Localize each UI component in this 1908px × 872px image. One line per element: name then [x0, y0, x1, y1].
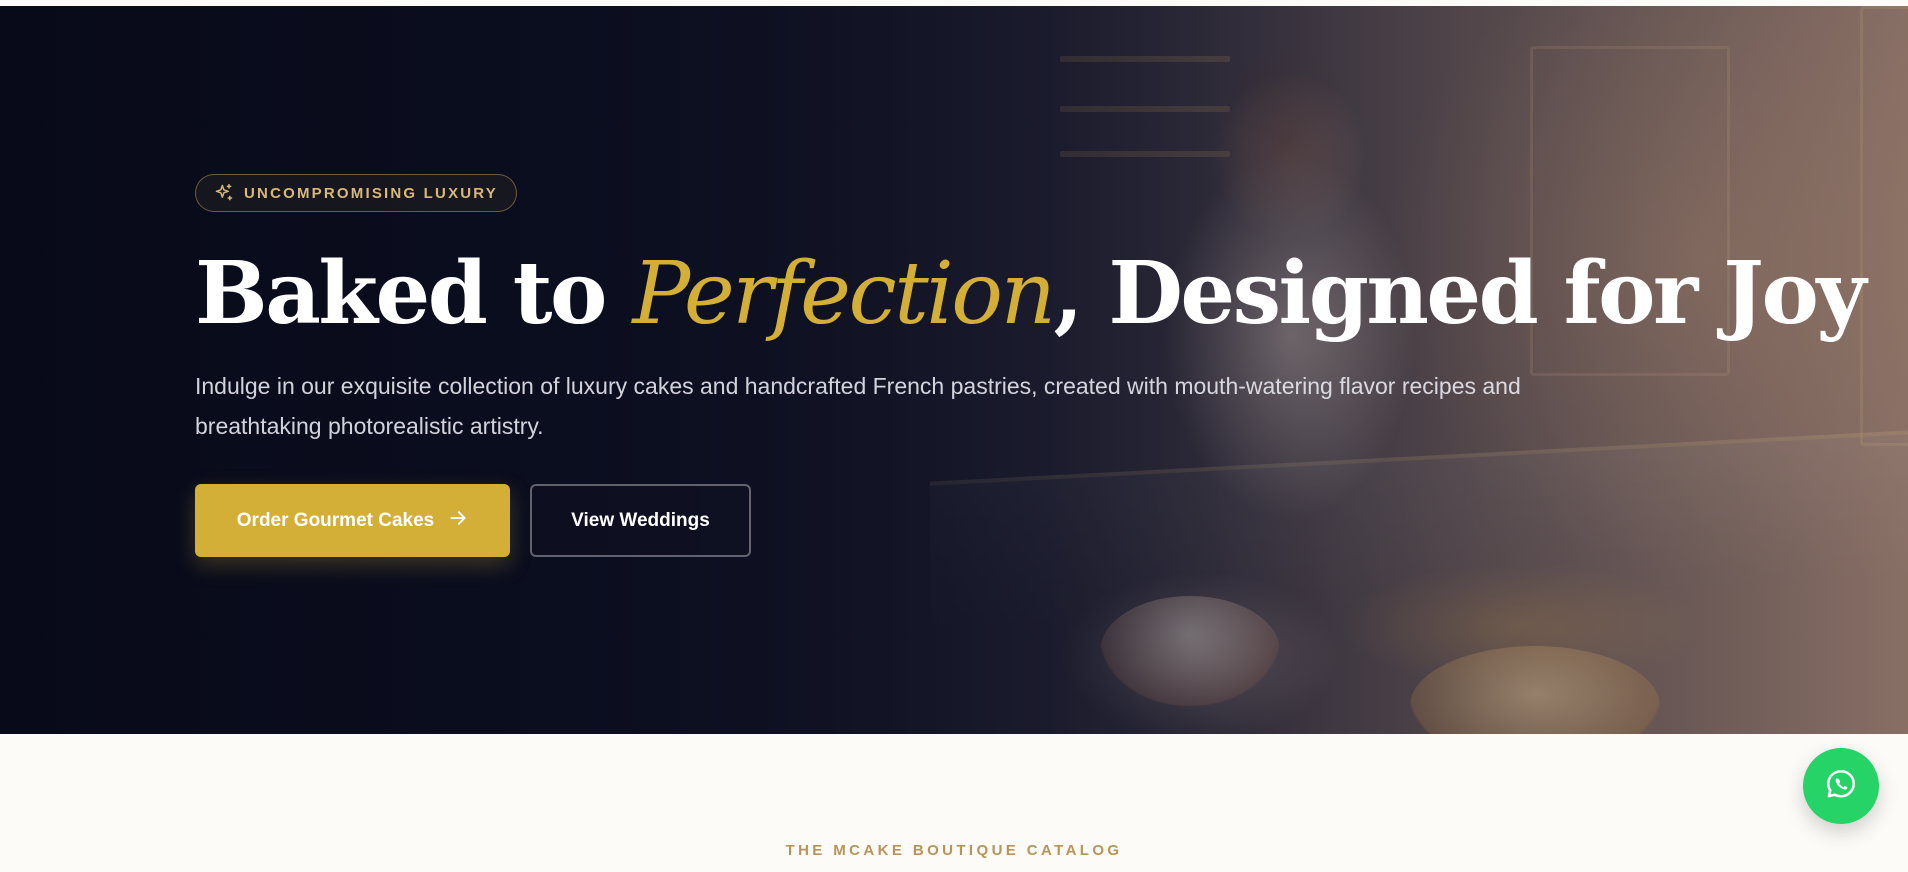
hero-section: UNCOMPROMISING LUXURY Baked to Perfectio…: [0, 6, 1908, 734]
hero-badge-label: UNCOMPROMISING LUXURY: [244, 184, 498, 202]
sparkles-icon: [214, 183, 234, 203]
whatsapp-icon: [1824, 767, 1858, 805]
hero-subtitle: Indulge in our exquisite collection of l…: [195, 373, 1521, 439]
catalog-eyebrow: THE MCAKE BOUTIQUE CATALOG: [785, 842, 1123, 859]
arrow-right-icon: [448, 508, 468, 534]
headline-text-start: Baked to: [195, 243, 633, 344]
whatsapp-chat-button[interactable]: [1803, 748, 1879, 824]
catalog-section: THE MCAKE BOUTIQUE CATALOG: [0, 734, 1908, 872]
headline-text-end: , Designed for Joy: [1053, 243, 1866, 344]
headline-accent-word: Perfection: [632, 244, 1056, 344]
order-gourmet-cakes-label: Order Gourmet Cakes: [236, 509, 435, 531]
order-gourmet-cakes-button[interactable]: Order Gourmet Cakes: [195, 484, 510, 557]
hero-content: UNCOMPROMISING LUXURY Baked to Perfectio…: [195, 174, 1866, 557]
hero-badge: UNCOMPROMISING LUXURY: [195, 174, 517, 212]
hero-headline: Baked to Perfection, Designed for Joy: [195, 243, 1866, 344]
view-weddings-button[interactable]: View Weddings: [530, 484, 751, 557]
hero-cta-group: Order Gourmet Cakes View Weddings: [195, 484, 1695, 557]
